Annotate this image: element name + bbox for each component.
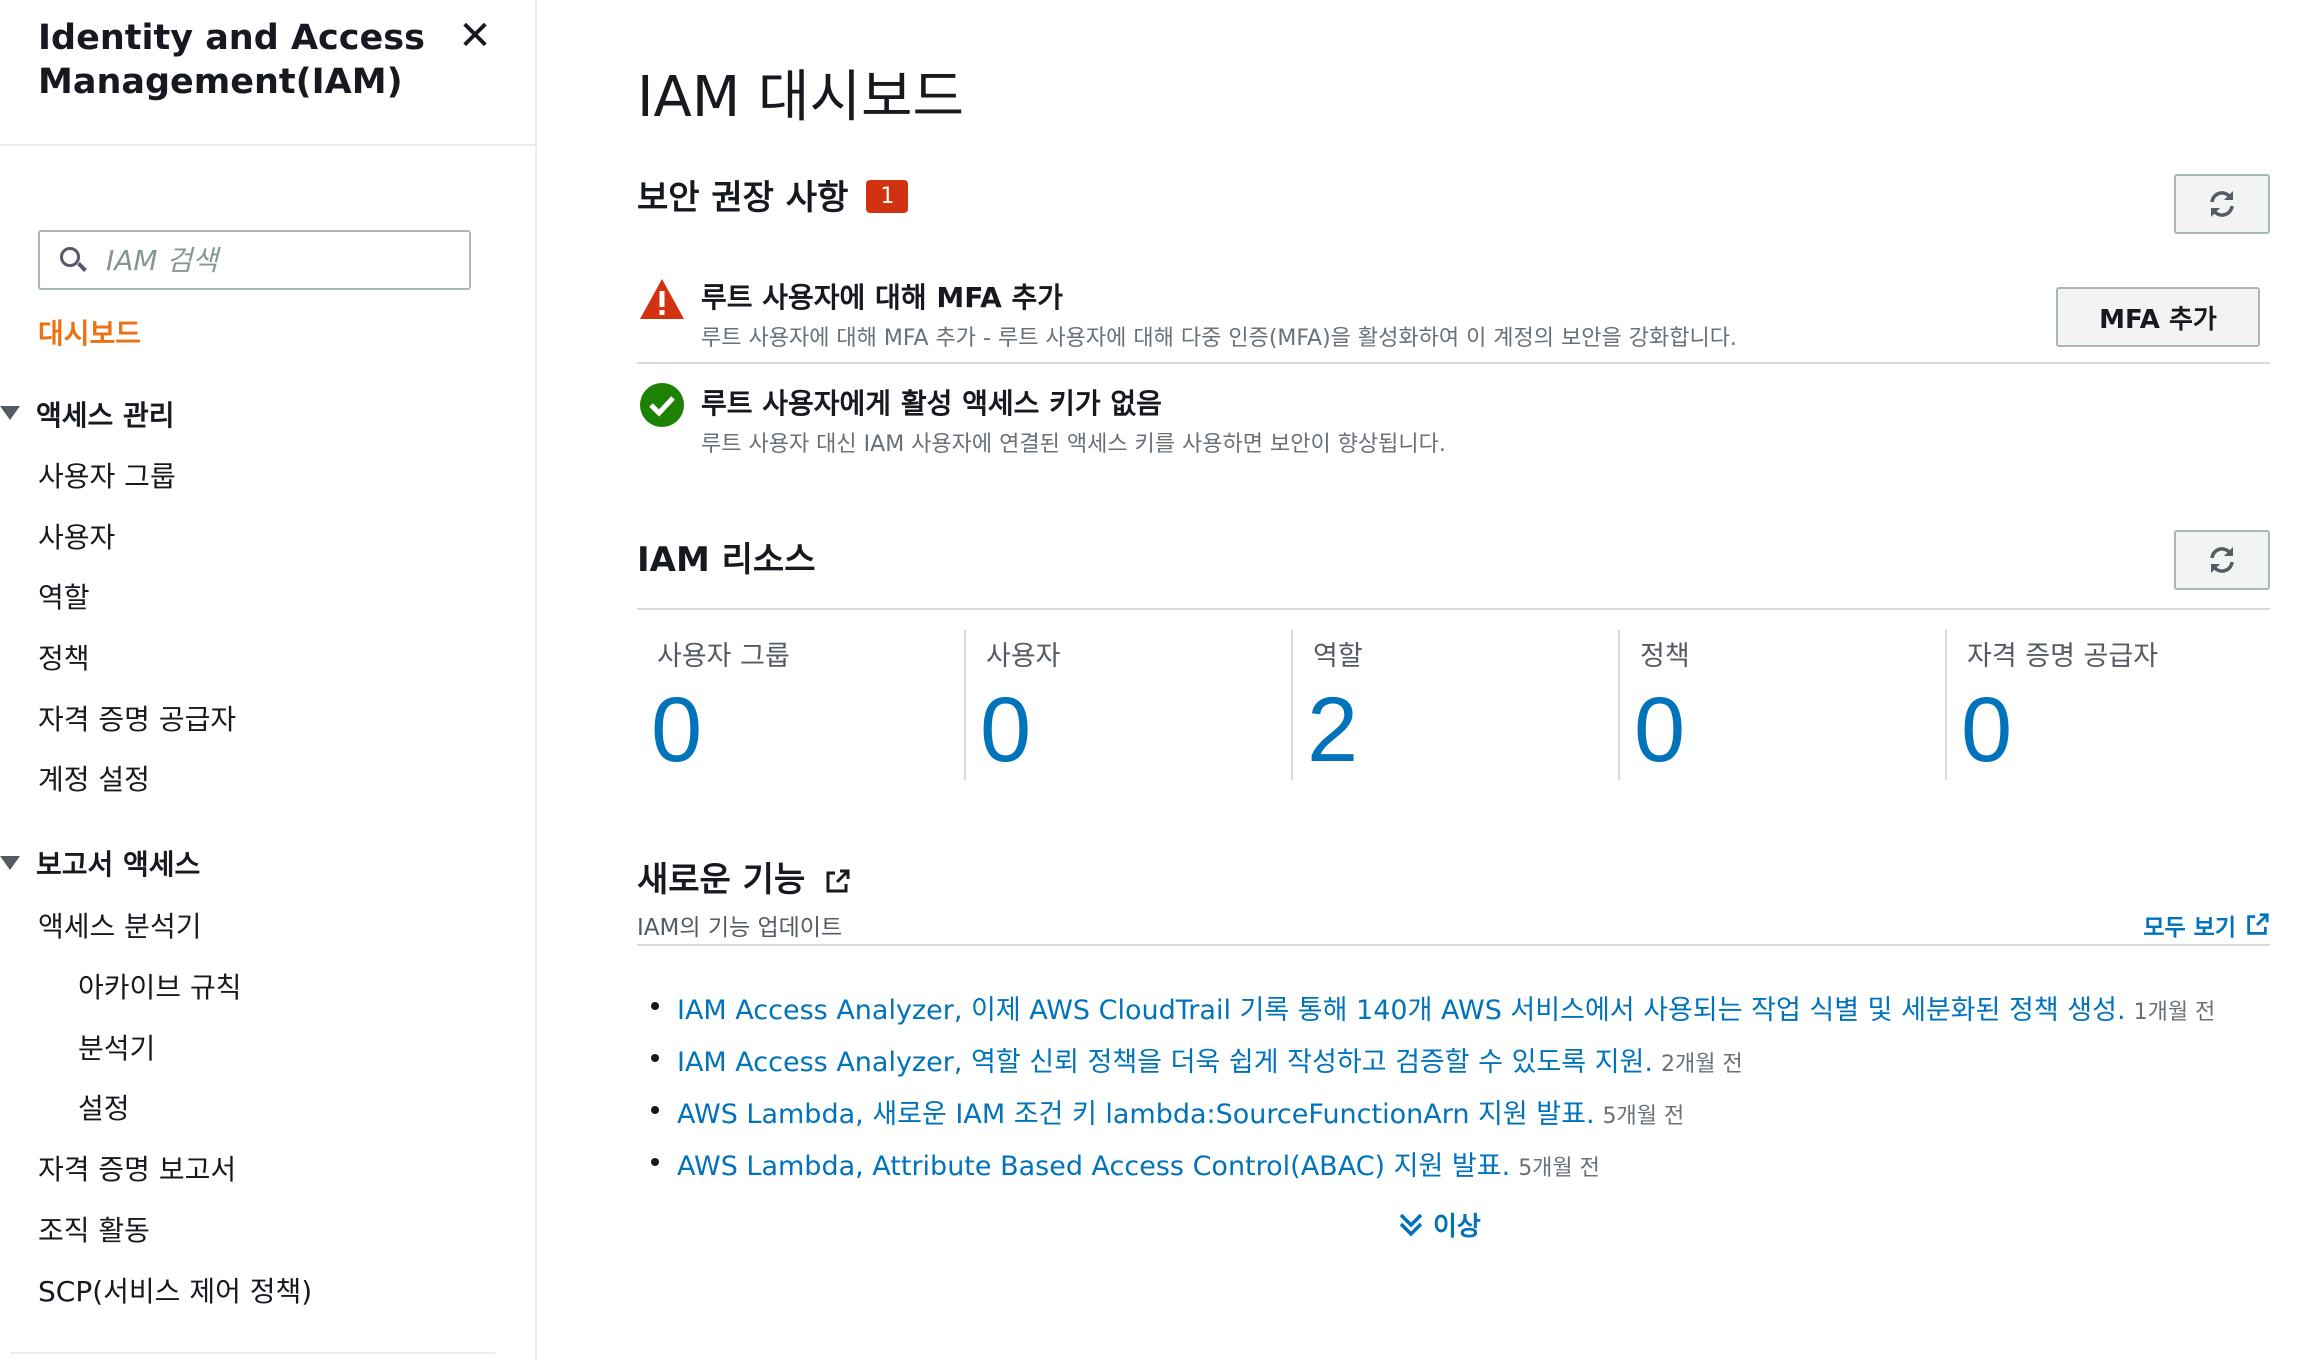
recommendation-description: 루트 사용자에 대해 MFA 추가 - 루트 사용자에 대해 다중 인증(MFA… (701, 326, 1737, 351)
sidebar-item-identity-providers[interactable]: 자격 증명 공급자 (38, 698, 236, 738)
sidebar-item-archive-rules[interactable]: 아카이브 규칙 (78, 966, 241, 1006)
bullet (651, 1106, 659, 1114)
feature-link[interactable]: AWS Lambda, Attribute Based Access Contr… (677, 1151, 1510, 1182)
list-item: AWS Lambda, Attribute Based Access Contr… (637, 1144, 2270, 1196)
sidebar-item-credential-report[interactable]: 자격 증명 보고서 (38, 1148, 236, 1188)
sidebar-item-users[interactable]: 사용자 (38, 516, 115, 556)
resource-count[interactable]: 0 (1634, 680, 1685, 780)
status-badge: 1 (866, 180, 909, 213)
resource-count[interactable]: 0 (1961, 680, 2012, 780)
warning-icon (640, 279, 684, 319)
sidebar-item-account-settings[interactable]: 계정 설정 (38, 758, 150, 798)
refresh-security-button[interactable] (2174, 174, 2270, 234)
list-item: IAM Access Analyzer, 이제 AWS CloudTrail 기… (637, 988, 2270, 1040)
triangle-down-icon[interactable] (0, 406, 20, 420)
sidebar-section-access-management[interactable]: 액세스 관리 (36, 394, 175, 434)
resource-identity-providers: 자격 증명 공급자 0 (1945, 630, 2272, 780)
sidebar-item-user-groups[interactable]: 사용자 그룹 (38, 455, 176, 495)
check-circle-icon (640, 383, 684, 427)
whats-new-subtitle: IAM의 기능 업데이트 (637, 915, 843, 941)
refresh-icon (2210, 547, 2234, 573)
external-link-icon[interactable] (823, 868, 851, 896)
resource-user-groups: 사용자 그룹 0 (637, 630, 964, 780)
sidebar-item-analyzer-settings[interactable]: 설정 (78, 1087, 130, 1127)
show-more-label: 이상 (1433, 1212, 1481, 1242)
whats-new-divider (637, 944, 2270, 946)
list-item: IAM Access Analyzer, 역할 신뢰 정책을 더욱 쉽게 작성하… (637, 1040, 2270, 1092)
bullet (651, 1158, 659, 1166)
add-mfa-button[interactable]: MFA 추가 (2056, 287, 2260, 347)
sidebar-section-access-reports[interactable]: 보고서 액세스 (36, 843, 200, 883)
resources-divider (637, 608, 2270, 610)
list-item: AWS Lambda, 새로운 IAM 조건 키 lambda:SourceFu… (637, 1092, 2270, 1144)
resource-label: 사용자 (986, 641, 1061, 672)
recommendation-title: 루트 사용자에 대해 MFA 추가 (701, 281, 1064, 314)
sidebar-title: Identity and Access Management(IAM) (38, 16, 425, 104)
bullet (651, 1002, 659, 1010)
search-box[interactable] (38, 230, 471, 290)
recommendation-mfa: 루트 사용자에 대해 MFA 추가 루트 사용자에 대해 MFA 추가 - 루트… (637, 276, 2270, 366)
bullet (651, 1054, 659, 1062)
resource-label: 사용자 그룹 (657, 641, 790, 672)
sidebar-item-analyzers[interactable]: 분석기 (78, 1027, 155, 1067)
triangle-down-icon[interactable] (0, 856, 20, 870)
refresh-icon (2210, 191, 2234, 217)
feature-link[interactable]: IAM Access Analyzer, 이제 AWS CloudTrail 기… (677, 995, 2126, 1026)
external-link-icon (2247, 913, 2269, 935)
resource-count[interactable]: 0 (980, 680, 1031, 780)
sidebar-divider (0, 144, 535, 146)
sidebar-item-policies[interactable]: 정책 (38, 637, 90, 677)
show-more-button[interactable]: 이상 (1397, 1206, 1481, 1243)
close-icon[interactable]: ✕ (455, 16, 495, 56)
sidebar-item-scps[interactable]: SCP(서비스 제어 정책) (38, 1270, 312, 1310)
feature-time: 1개월 전 (2133, 1000, 2216, 1025)
security-title-text: 보안 권장 사항 (637, 178, 849, 218)
double-chevron-down-icon (1399, 1213, 1423, 1236)
refresh-resources-button[interactable] (2174, 530, 2270, 590)
resource-roles: 역할 2 (1291, 630, 1618, 780)
sidebar-title-line2: Management(IAM) (38, 62, 403, 102)
recommendation-access-keys: 루트 사용자에게 활성 액세스 키가 없음 루트 사용자 대신 IAM 사용자에… (637, 382, 2270, 472)
recommendation-description: 루트 사용자 대신 IAM 사용자에 연결된 액세스 키를 사용하면 보안이 향… (701, 432, 1446, 457)
recommendation-title: 루트 사용자에게 활성 액세스 키가 없음 (701, 387, 1162, 420)
recommendation-divider (637, 362, 2270, 364)
search-icon (58, 245, 88, 275)
search-input[interactable] (106, 243, 466, 277)
feature-link[interactable]: IAM Access Analyzer, 역할 신뢰 정책을 더욱 쉽게 작성하… (677, 1047, 1653, 1078)
iam-resources-title: IAM 리소스 (637, 540, 816, 580)
see-all-label: 모두 보기 (2143, 915, 2236, 941)
sidebar-title-line1: Identity and Access (38, 18, 425, 58)
resource-policies: 정책 0 (1618, 630, 1945, 780)
sidebar-item-roles[interactable]: 역할 (38, 576, 90, 616)
resource-users: 사용자 0 (964, 630, 1291, 780)
sidebar-item-organization-activity[interactable]: 조직 활동 (38, 1209, 150, 1249)
sidebar-item-access-analyzer[interactable]: 액세스 분석기 (38, 905, 201, 945)
resource-count[interactable]: 2 (1307, 680, 1358, 780)
sidebar-bottom-divider (10, 1352, 495, 1354)
whats-new-list: IAM Access Analyzer, 이제 AWS CloudTrail 기… (637, 988, 2270, 1196)
sidebar: Identity and Access Management(IAM) ✕ 대시… (0, 0, 537, 1360)
main-content: IAM 대시보드 보안 권장 사항 1 루트 사용자에 대해 MFA 추가 루트 … (637, 0, 2270, 1360)
whats-new-title-text: 새로운 기능 (637, 860, 806, 900)
resource-label: 역할 (1313, 641, 1363, 672)
sidebar-item-dashboard[interactable]: 대시보드 (38, 312, 141, 352)
feature-time: 5개월 전 (1518, 1156, 1600, 1181)
security-recommendations-title: 보안 권장 사항 1 (637, 170, 909, 219)
see-all-link[interactable]: 모두 보기 (2143, 908, 2270, 942)
page-title: IAM 대시보드 (637, 65, 965, 130)
feature-time: 2개월 전 (1660, 1052, 1743, 1077)
whats-new-title: 새로운 기능 (637, 852, 851, 901)
resource-count[interactable]: 0 (651, 680, 702, 780)
feature-time: 5개월 전 (1602, 1104, 1685, 1129)
resource-label: 정책 (1640, 641, 1690, 672)
resource-label: 자격 증명 공급자 (1967, 641, 2159, 672)
feature-link[interactable]: AWS Lambda, 새로운 IAM 조건 키 lambda:SourceFu… (677, 1099, 1595, 1130)
